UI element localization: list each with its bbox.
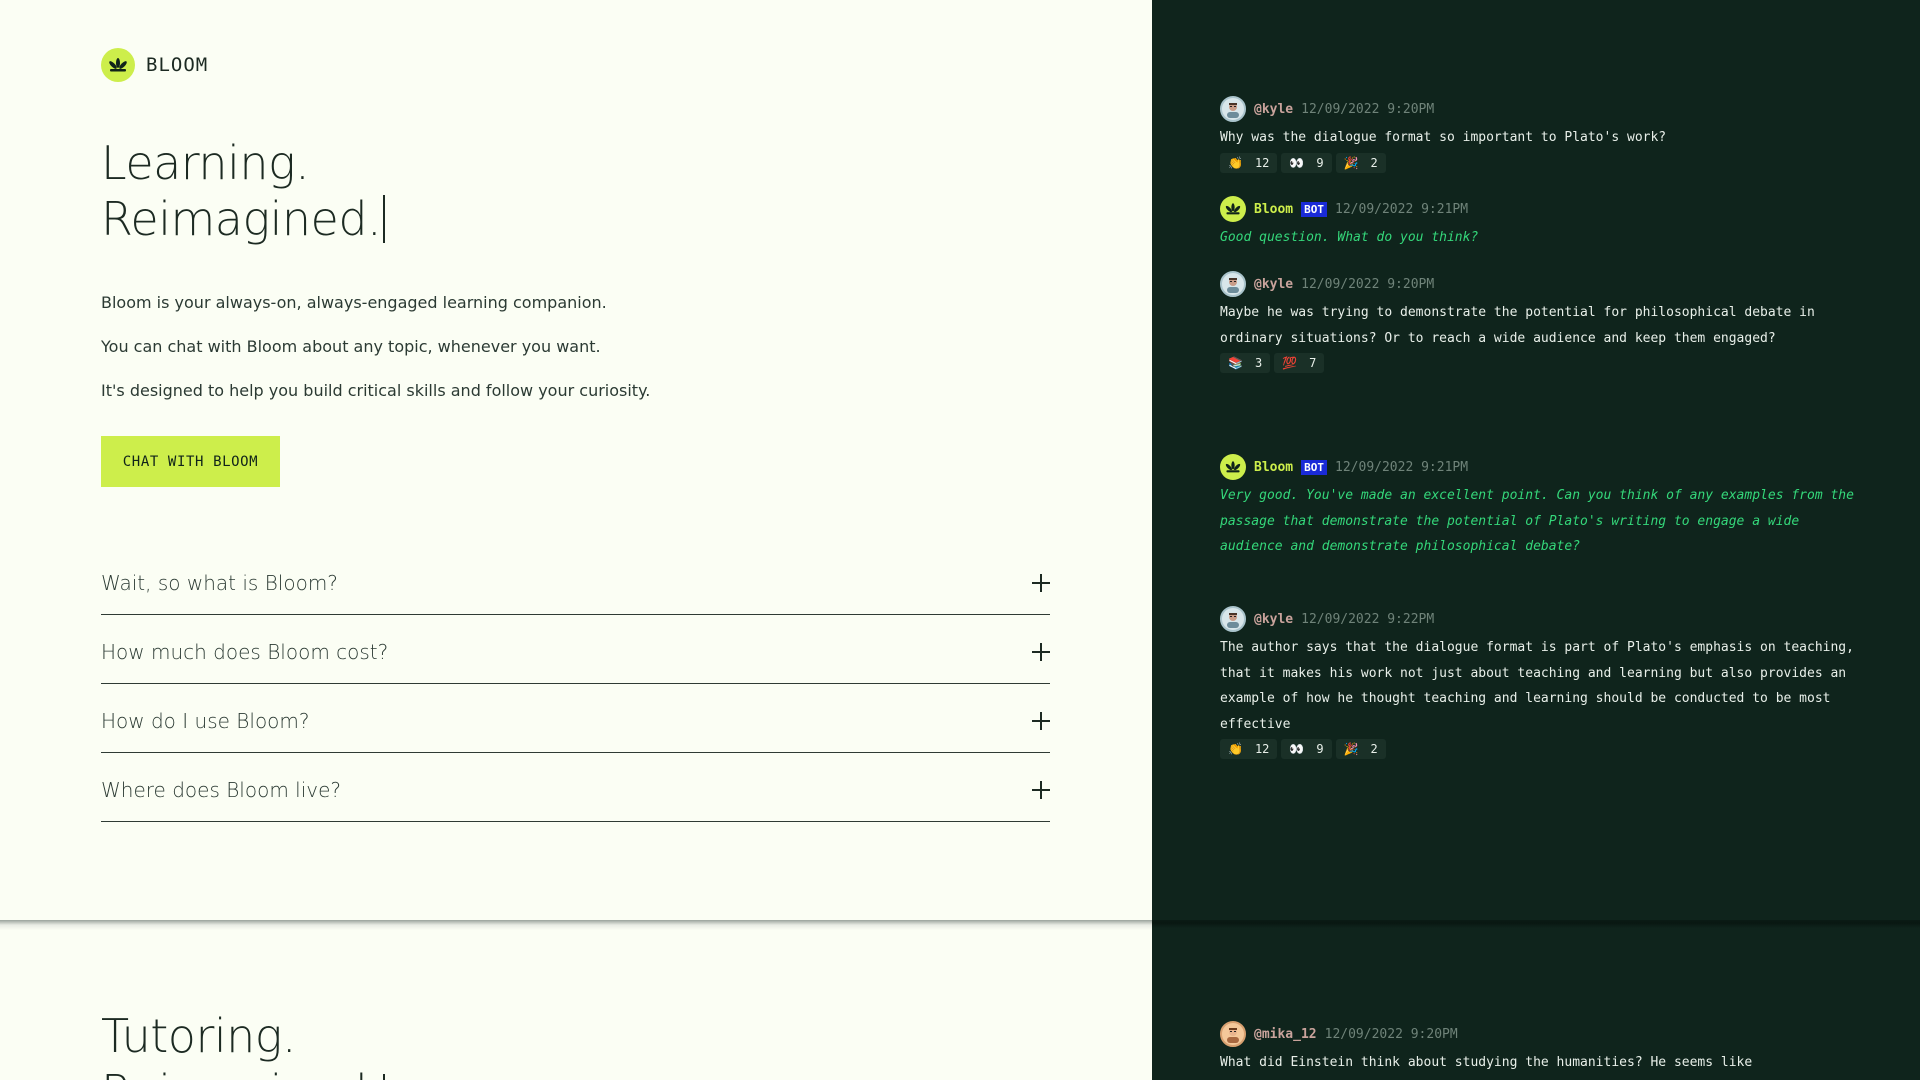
faq-item[interactable]: How do I use Bloom? <box>101 684 1050 753</box>
chat-with-bloom-button[interactable]: CHAT WITH BLOOM <box>101 436 280 487</box>
hero-paragraph-2: You can chat with Bloom about any topic,… <box>101 337 601 356</box>
bloom-flower-icon <box>1220 454 1246 480</box>
plus-icon[interactable] <box>1032 574 1050 592</box>
user-avatar <box>1220 271 1246 297</box>
reaction-count: 12 <box>1254 742 1270 757</box>
faq-question: How much does Bloom cost? <box>101 640 389 664</box>
message-timestamp: 12/09/2022 9:20PM <box>1301 101 1435 117</box>
message-timestamp: 12/09/2022 9:21PM <box>1335 459 1469 475</box>
text-caret <box>383 1074 386 1080</box>
left-panel: BLOOM Learning. Reimagined. Bloom is you… <box>0 0 1152 1080</box>
reaction-books[interactable]: 📚 3 <box>1220 353 1271 374</box>
faq-item[interactable]: Where does Bloom live? <box>101 753 1050 822</box>
message-author[interactable]: @kyle <box>1254 277 1293 292</box>
message-text: What did Einstein think about studying t… <box>1220 1055 1753 1070</box>
hero-paragraph-3: It's designed to help you build critical… <box>101 381 651 400</box>
reaction-count: 9 <box>1316 742 1324 757</box>
message-author[interactable]: Bloom <box>1254 202 1293 217</box>
chat-message: Bloom BOT 12/09/2022 9:21PM Very good. Y… <box>1220 454 1860 560</box>
message-text: Maybe he was trying to demonstrate the p… <box>1220 305 1815 346</box>
reaction-hundred[interactable]: 💯 7 <box>1274 353 1325 374</box>
chat-message: @kyle 12/09/2022 9:22PM The author says … <box>1220 606 1860 760</box>
faq-item[interactable]: How much does Bloom cost? <box>101 615 1050 684</box>
reaction-count: 3 <box>1254 356 1263 371</box>
plus-icon[interactable] <box>1032 643 1050 661</box>
faq-item[interactable]: Wait, so what is Bloom? <box>101 546 1050 615</box>
message-text: Very good. You've made an excellent poin… <box>1220 488 1854 555</box>
hero-title-line1: Learning. <box>101 136 310 190</box>
chat-message: @kyle 12/09/2022 9:20PM Why was the dial… <box>1220 96 1860 173</box>
message-timestamp: 12/09/2022 9:20PM <box>1301 276 1435 292</box>
party-popper-icon: 🎉 <box>1343 155 1359 170</box>
faq-list: Wait, so what is Bloom? How much does Bl… <box>101 546 1050 822</box>
faq-question: Wait, so what is Bloom? <box>101 571 338 595</box>
section-divider <box>0 920 1152 930</box>
party-popper-icon: 🎉 <box>1343 742 1359 757</box>
reaction-bar: 👏 12 👀 9 🎉 2 <box>1220 739 1860 760</box>
brand-logo[interactable]: BLOOM <box>101 48 208 82</box>
section2-title-line1: Tutoring. <box>101 1009 297 1063</box>
hundred-points-icon: 💯 <box>1282 356 1298 371</box>
message-text: Good question. What do you think? <box>1220 230 1479 245</box>
plus-icon[interactable] <box>1032 712 1050 730</box>
section2-title-line2: Reimagined. <box>101 1065 382 1080</box>
eyes-icon: 👀 <box>1289 742 1305 757</box>
reaction-clap[interactable]: 👏 12 <box>1220 152 1278 173</box>
reaction-bar: 📚 3 💯 7 <box>1220 353 1860 374</box>
user-avatar <box>1220 1021 1246 1047</box>
chat-message: @mika_12 12/09/2022 9:20PM What did Eins… <box>1220 1021 1860 1076</box>
reaction-count: 2 <box>1370 742 1378 757</box>
reaction-eyes[interactable]: 👀 9 <box>1281 739 1332 760</box>
faq-question: How do I use Bloom? <box>101 709 310 733</box>
section2-title: Tutoring. Reimagined. <box>101 1008 386 1080</box>
bloom-flower-icon <box>101 48 135 82</box>
message-text: Why was the dialogue format so important… <box>1220 130 1667 145</box>
reaction-party[interactable]: 🎉 2 <box>1335 152 1386 173</box>
bot-badge: BOT <box>1301 201 1328 217</box>
message-author[interactable]: @kyle <box>1254 102 1293 117</box>
reaction-eyes[interactable]: 👀 9 <box>1281 152 1332 173</box>
user-avatar <box>1220 96 1246 122</box>
message-timestamp: 12/09/2022 9:21PM <box>1335 201 1469 217</box>
faq-question: Where does Bloom live? <box>101 778 342 802</box>
message-timestamp: 12/09/2022 9:22PM <box>1301 611 1435 627</box>
message-author[interactable]: @mika_12 <box>1254 1027 1317 1042</box>
text-caret <box>383 195 386 243</box>
section-divider <box>1152 920 1920 928</box>
bloom-flower-icon <box>1220 196 1246 222</box>
clap-icon: 👏 <box>1228 155 1243 170</box>
reaction-party[interactable]: 🎉 2 <box>1335 739 1386 760</box>
eyes-icon: 👀 <box>1289 155 1305 170</box>
plus-icon[interactable] <box>1032 781 1050 799</box>
chat-message: Bloom BOT 12/09/2022 9:21PM Good questio… <box>1220 196 1860 251</box>
reaction-count: 9 <box>1316 155 1324 170</box>
reaction-count: 2 <box>1370 155 1378 170</box>
reaction-count: 7 <box>1309 356 1317 371</box>
message-author[interactable]: @kyle <box>1254 612 1293 627</box>
message-timestamp: 12/09/2022 9:20PM <box>1324 1026 1458 1042</box>
message-text: The author says that the dialogue format… <box>1220 640 1854 732</box>
hero-paragraph-1: Bloom is your always-on, always-engaged … <box>101 293 607 312</box>
hero-title: Learning. Reimagined. <box>101 135 386 247</box>
hero-title-line2: Reimagined. <box>101 192 382 246</box>
chat-message: @kyle 12/09/2022 9:20PM Maybe he was try… <box>1220 271 1860 374</box>
reaction-count: 12 <box>1254 155 1270 170</box>
bot-badge: BOT <box>1301 459 1328 475</box>
user-avatar <box>1220 606 1246 632</box>
clap-icon: 👏 <box>1228 742 1243 757</box>
message-author[interactable]: Bloom <box>1254 460 1293 475</box>
brand-name: BLOOM <box>146 54 209 76</box>
reaction-bar: 👏 12 👀 9 🎉 2 <box>1220 152 1860 173</box>
reaction-clap[interactable]: 👏 12 <box>1220 739 1278 760</box>
books-icon: 📚 <box>1228 356 1243 371</box>
